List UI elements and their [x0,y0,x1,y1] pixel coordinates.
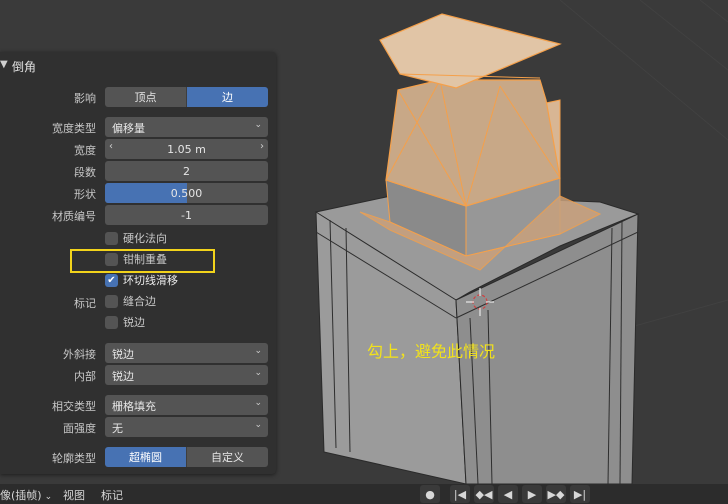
mark-label: 标记 [74,297,96,310]
menu-marker[interactable]: 标记 [101,487,123,503]
miter-outer-dropdown[interactable]: 锐边 ⌄ [105,343,268,363]
width-value: 1.05 m [167,142,206,156]
affect-toggle[interactable]: 顶点 边 [105,87,268,107]
intersection-type-value: 栅格填充 [112,400,156,413]
play-icon[interactable]: ▶ [522,485,542,503]
face-strength-dropdown[interactable]: 无 ⌄ [105,417,268,437]
harden-normals-label: 硬化法向 [123,232,167,245]
mark-seam-checkbox[interactable]: 缝合边 [105,293,156,309]
keying-mode-dropdown[interactable]: 像(插帧) ⌄ [0,487,52,503]
width-label: 宽度 [74,144,96,157]
chevron-down-icon: ⌄ [254,368,262,378]
record-icon[interactable]: ● [420,485,440,503]
width-type-label: 宽度类型 [52,122,96,135]
affect-vertices-option[interactable]: 顶点 [105,87,186,107]
decrement-arrow-icon[interactable]: ‹ [109,141,113,152]
timeline-header: 像(插帧) ⌄ 视图 标记 ● |◀ ◆◀ ◀ ▶ ▶◆ ▶| [0,484,728,504]
annotation-text: 勾上，避免此情况 [367,342,496,361]
checkbox-box [105,294,118,308]
affect-edges-option[interactable]: 边 [186,87,268,107]
shape-slider[interactable]: 0.500 [105,183,268,203]
mark-seam-label: 缝合边 [123,295,156,308]
highlight-box [70,249,215,273]
segments-label: 段数 [74,166,96,179]
profile-superellipse-option[interactable]: 超椭圆 [105,447,186,467]
chevron-down-icon: ⌄ [254,346,262,356]
increment-arrow-icon[interactable]: › [260,141,264,152]
chevron-down-icon[interactable]: ▼ [0,59,8,70]
miter-inner-dropdown[interactable]: 锐边 ⌄ [105,365,268,385]
width-field[interactable]: ‹ 1.05 m › [105,139,268,159]
prev-keyframe-icon[interactable]: ◆◀ [474,485,494,503]
panel-header[interactable]: ▼ 倒角 [0,52,276,80]
checkbox-box [105,231,118,245]
miter-outer-label: 外斜接 [63,348,96,361]
intersection-type-label: 相交类型 [52,400,96,413]
next-keyframe-icon[interactable]: ▶◆ [546,485,566,503]
intersection-type-dropdown[interactable]: 栅格填充 ⌄ [105,395,268,415]
shape-label: 形状 [74,188,96,201]
face-strength-value: 无 [112,422,123,435]
playback-controls: ● |◀ ◆◀ ◀ ▶ ▶◆ ▶| [420,485,590,503]
play-reverse-icon[interactable]: ◀ [498,485,518,503]
mark-sharp-label: 锐边 [123,316,145,329]
width-type-dropdown[interactable]: 偏移量 ⌄ [105,117,268,137]
miter-inner-label: 内部 [74,370,96,383]
segments-field[interactable]: 2 [105,161,268,181]
miter-outer-value: 锐边 [112,348,134,361]
material-field[interactable]: -1 [105,205,268,225]
loop-slide-checkbox[interactable]: ✔ 环切线滑移 [105,272,178,288]
harden-normals-checkbox[interactable]: 硬化法向 [105,230,167,246]
checkbox-box [105,315,118,329]
loop-slide-label: 环切线滑移 [123,274,178,287]
width-type-value: 偏移量 [112,122,145,135]
material-value: -1 [181,208,192,222]
chevron-down-icon: ⌄ [254,120,262,130]
shape-value: 0.500 [170,186,203,200]
chevron-down-icon: ⌄ [44,492,53,502]
keying-mode-label: 像(插帧) [0,489,42,502]
chevron-down-icon: ⌄ [254,420,262,430]
jump-start-icon[interactable]: |◀ [450,485,470,503]
chevron-down-icon: ⌄ [254,398,262,408]
panel-title: 倒角 [12,60,37,74]
checkmark-icon: ✔ [105,273,118,287]
profile-type-toggle[interactable]: 超椭圆 自定义 [105,447,268,467]
jump-end-icon[interactable]: ▶| [570,485,590,503]
face-strength-label: 面强度 [63,422,96,435]
affect-label: 影响 [74,92,96,105]
miter-inner-value: 锐边 [112,370,134,383]
segments-value: 2 [183,164,190,178]
profile-type-label: 轮廓类型 [52,452,96,465]
material-label: 材质编号 [52,210,96,223]
mark-sharp-checkbox[interactable]: 锐边 [105,314,145,330]
profile-custom-option[interactable]: 自定义 [186,447,268,467]
menu-view[interactable]: 视图 [63,487,85,503]
